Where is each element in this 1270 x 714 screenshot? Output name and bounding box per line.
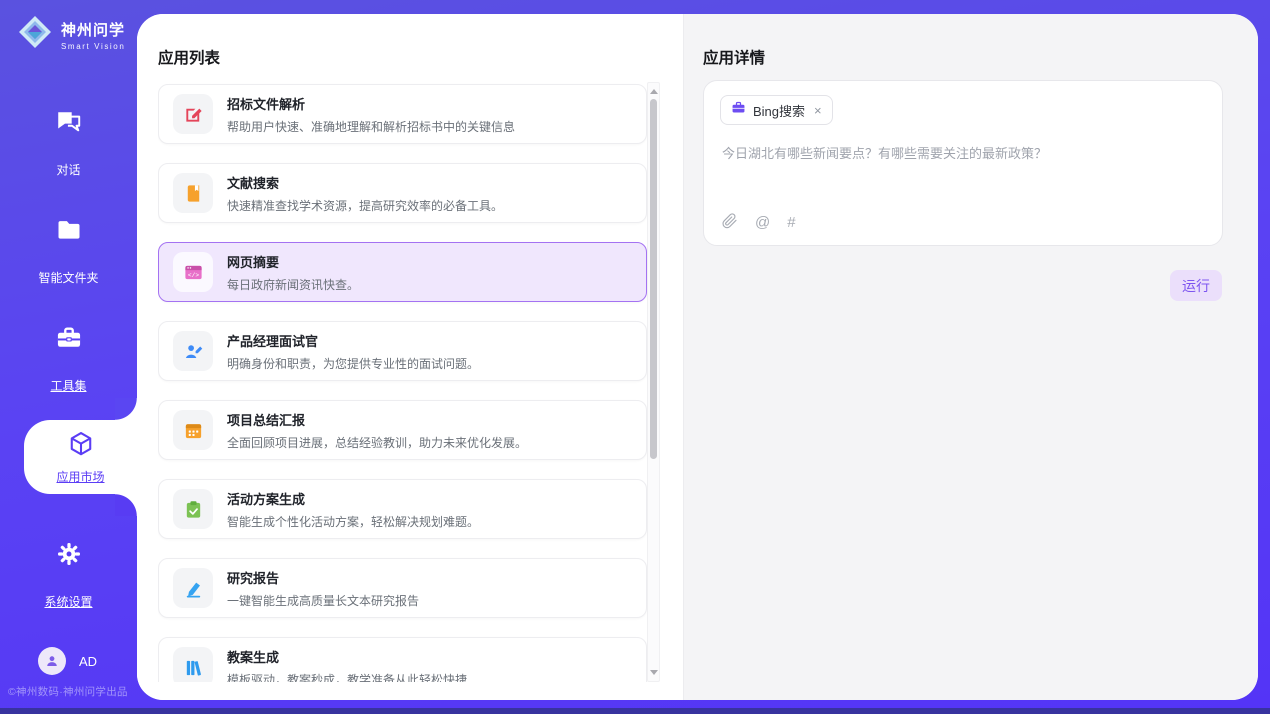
app-logo: 神州问学 Smart Vision [16, 13, 125, 56]
app-detail-title: 应用详情 [703, 46, 765, 68]
browser-code-icon: </> [173, 252, 213, 292]
window-bottom-edge [0, 708, 1270, 714]
composer-toolbar: @ # [722, 213, 796, 232]
avatar [38, 647, 66, 675]
query-text[interactable]: 今日湖北有哪些新闻要点？有哪些需要关注的最新政策？ [722, 144, 1204, 164]
ink-pen-icon [173, 568, 213, 608]
app-card-description: 模板驱动，教案秒成，教学准备从此轻松快捷 [227, 671, 467, 683]
logo-gem-icon [16, 13, 54, 56]
app-card-title: 研究报告 [227, 568, 419, 587]
svg-text:</>: </> [187, 271, 198, 278]
app-card-description: 全面回顾项目进展，总结经验教训，助力未来优化发展。 [227, 434, 527, 451]
query-composer[interactable]: Bing搜索 × 今日湖北有哪些新闻要点？有哪些需要关注的最新政策？ @ # [703, 80, 1223, 246]
scrollbar-up-arrow-icon[interactable] [650, 89, 658, 94]
sidebar-item-label: 应用市场 [56, 468, 104, 485]
app-card-pm-interviewer[interactable]: 产品经理面试官 明确身份和职责，为您提供专业性的面试问题。 [158, 321, 647, 381]
app-card-title: 活动方案生成 [227, 489, 479, 508]
books-icon [173, 647, 213, 682]
clipboard-check-icon [173, 489, 213, 529]
calendar-icon [173, 410, 213, 450]
app-card-title: 招标文件解析 [227, 94, 515, 113]
sidebar-item-app-market[interactable]: 应用市场 [24, 420, 137, 494]
app-list-title: 应用列表 [158, 46, 220, 68]
user-name: AD [79, 654, 97, 669]
toolbox-icon [0, 324, 137, 352]
sidebar-item-label: 系统设置 [44, 593, 92, 610]
app-card-title: 项目总结汇报 [227, 410, 527, 429]
app-card-research-report[interactable]: 研究报告 一键智能生成高质量长文本研究报告 [158, 558, 647, 618]
interviewer-icon [173, 331, 213, 371]
sidebar-item-label: 智能文件夹 [38, 269, 98, 286]
app-list-scroll-area: 招标文件解析 帮助用户快速、准确地理解和解析招标书中的关键信息 文 [158, 82, 660, 682]
scrollbar-thumb[interactable] [650, 99, 657, 459]
app-detail-pane: 应用详情 Bing搜索 × 今日湖北有哪些新闻要点？有哪些需要关注的最新政策？ [683, 14, 1258, 700]
app-card-description: 快速精准查找学术资源，提高研究效率的必备工具。 [227, 197, 503, 214]
chip-close-icon[interactable]: × [814, 104, 822, 117]
app-card-title: 产品经理面试官 [227, 331, 479, 350]
sidebar: 神州问学 Smart Vision 对话 智能文件夹 [0, 0, 137, 714]
sidebar-item-label: 对话 [56, 161, 80, 178]
app-window: 神州问学 Smart Vision 对话 智能文件夹 [0, 0, 1270, 714]
app-card-description: 明确身份和职责，为您提供专业性的面试问题。 [227, 355, 479, 372]
gear-icon [0, 540, 137, 568]
tool-chip-bing-search[interactable]: Bing搜索 × [720, 95, 833, 125]
cube-icon [66, 446, 96, 463]
app-card-bid-analysis[interactable]: 招标文件解析 帮助用户快速、准确地理解和解析招标书中的关键信息 [158, 84, 647, 144]
app-list-pane: 应用列表 招标文件解析 帮助用户快速、准确地理解和解析招标书中的关键信息 [137, 14, 683, 700]
app-card-title: 文献搜索 [227, 173, 503, 192]
app-card-description: 帮助用户快速、准确地理解和解析招标书中的关键信息 [227, 118, 515, 135]
app-card-project-summary[interactable]: 项目总结汇报 全面回顾项目进展，总结经验教训，助力未来优化发展。 [158, 400, 647, 460]
sidebar-item-smart-folder[interactable]: 智能文件夹 [0, 216, 137, 287]
app-card-web-summary[interactable]: </> 网页摘要 每日政府新闻资讯快查。 [158, 242, 647, 302]
doc-edit-icon [173, 94, 213, 134]
mention-icon[interactable]: @ [755, 215, 770, 230]
app-card-literature-search[interactable]: 文献搜索 快速精准查找学术资源，提高研究效率的必备工具。 [158, 163, 647, 223]
run-button[interactable]: 运行 [1170, 270, 1222, 301]
app-card-title: 教案生成 [227, 647, 467, 666]
folder-icon [0, 216, 137, 244]
user-account[interactable]: AD [38, 647, 97, 675]
app-card-lesson-plan[interactable]: 教案生成 模板驱动，教案秒成，教学准备从此轻松快捷 [158, 637, 647, 682]
app-card-description: 一键智能生成高质量长文本研究报告 [227, 592, 419, 609]
scrollbar[interactable] [647, 82, 660, 682]
sidebar-item-chat[interactable]: 对话 [0, 108, 137, 179]
book-icon [173, 173, 213, 213]
sidebar-item-settings[interactable]: 系统设置 [0, 540, 137, 611]
main-content: 应用列表 招标文件解析 帮助用户快速、准确地理解和解析招标书中的关键信息 [137, 14, 1258, 700]
app-card-event-plan[interactable]: 活动方案生成 智能生成个性化活动方案，轻松解决规划难题。 [158, 479, 647, 539]
scrollbar-down-arrow-icon[interactable] [650, 670, 658, 675]
sidebar-item-toolset[interactable]: 工具集 [0, 324, 137, 395]
attachment-icon[interactable] [722, 213, 738, 232]
copyright-text: ©神州数码·神州问学出品 [8, 684, 128, 699]
logo-subtitle: Smart Vision [61, 42, 125, 51]
app-card-title: 网页摘要 [227, 252, 359, 271]
app-card-description: 智能生成个性化活动方案，轻松解决规划难题。 [227, 513, 479, 530]
hash-icon[interactable]: # [787, 215, 795, 230]
app-card-description: 每日政府新闻资讯快查。 [227, 276, 359, 293]
tool-chip-label: Bing搜索 [753, 101, 805, 120]
logo-title: 神州问学 [61, 19, 125, 40]
sidebar-item-label: 工具集 [50, 377, 86, 394]
briefcase-icon [731, 100, 746, 120]
chat-icon [0, 108, 137, 136]
